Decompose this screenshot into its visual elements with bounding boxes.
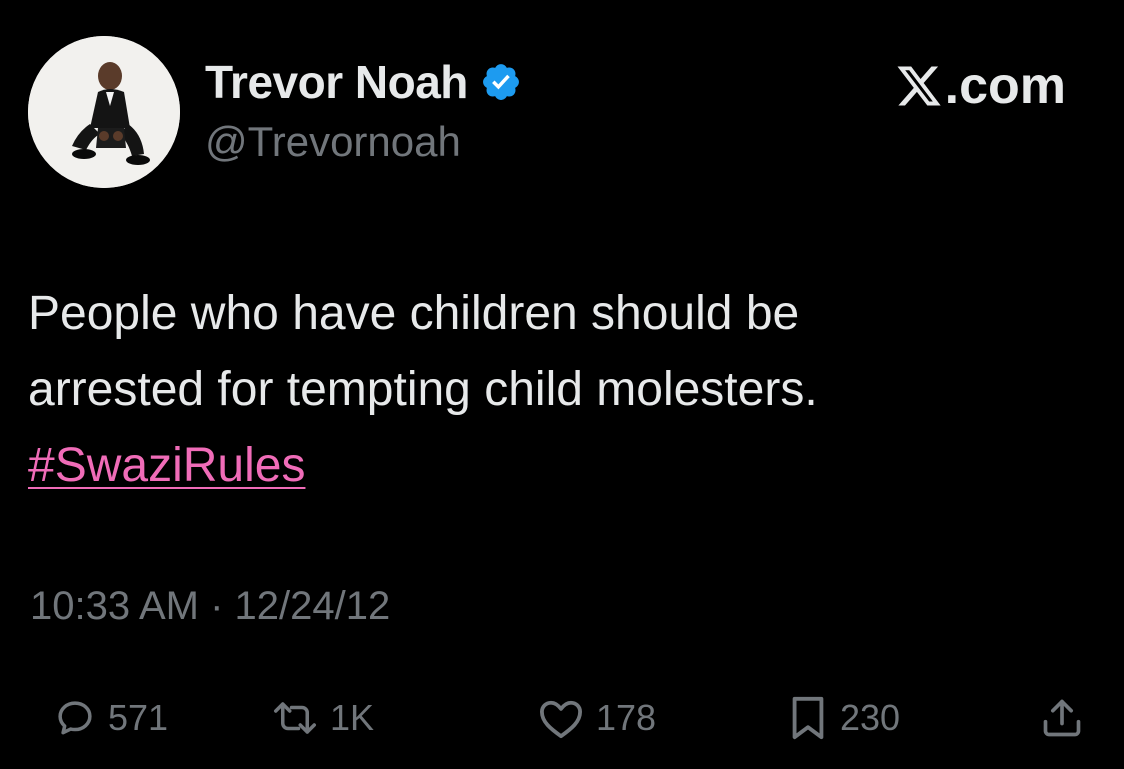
x-logo-icon [895, 62, 943, 110]
tweet-line-1: People who have children should be [28, 287, 800, 340]
share-button[interactable] [1040, 690, 1084, 746]
tweet-line-2: arrested for tempting child molesters. [28, 363, 818, 416]
share-icon [1043, 699, 1081, 737]
retweet-button[interactable]: 1K [272, 690, 374, 746]
tweet-text: People who have children should be arres… [28, 276, 1088, 504]
user-handle[interactable]: @Trevornoah [205, 118, 461, 166]
display-name-row: Trevor Noah [205, 52, 522, 112]
tweet-screenshot: Trevor Noah @Trevornoah .com People who … [0, 0, 1124, 769]
tweet-action-bar: 571 1K 178 230 [0, 690, 1124, 750]
brand-domain: .com [944, 57, 1066, 115]
tweet-timestamp[interactable]: 10:33 AM · 12/24/12 [30, 584, 390, 629]
avatar[interactable] [28, 36, 180, 188]
tweet-hashtag-line: #SwaziRules [28, 428, 1088, 504]
bookmark-count: 230 [840, 697, 901, 738]
verified-badge-icon [480, 61, 522, 103]
display-name[interactable]: Trevor Noah [205, 55, 468, 109]
heart-icon [540, 700, 582, 739]
like-button[interactable]: 178 [538, 690, 656, 746]
retweet-icon [274, 702, 316, 734]
brand-logo: .com [895, 56, 1066, 116]
retweet-count: 1K [330, 697, 375, 738]
reply-count: 571 [108, 697, 169, 738]
profile-photo [28, 36, 180, 188]
bookmark-icon [792, 696, 824, 740]
reply-button[interactable]: 571 [54, 690, 168, 746]
bookmark-button[interactable]: 230 [788, 690, 900, 746]
hashtag-link[interactable]: #SwaziRules [28, 439, 305, 492]
like-count: 178 [596, 697, 657, 738]
reply-icon [58, 701, 92, 735]
